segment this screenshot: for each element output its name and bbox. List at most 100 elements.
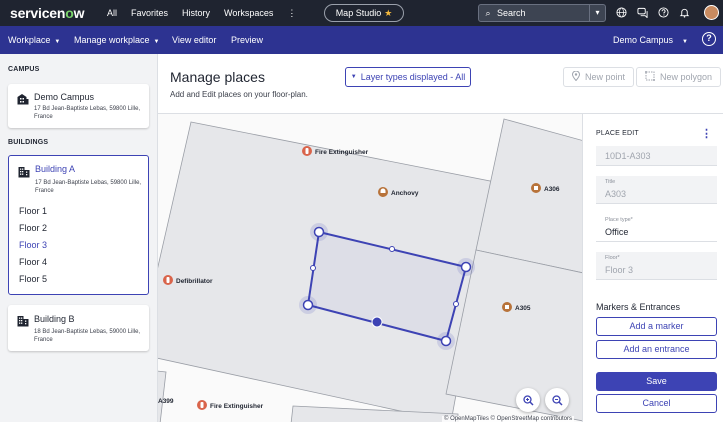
zoom-in-button[interactable] (516, 388, 540, 412)
map-attribution[interactable]: © OpenMapTiles © OpenStreetMap contribut… (442, 416, 575, 422)
campus-building-icon (17, 93, 29, 108)
zoom-in-icon (522, 394, 534, 406)
room-a306[interactable] (475, 118, 582, 274)
campus-name: Demo Campus (34, 92, 95, 102)
nav-history[interactable]: History (175, 8, 217, 18)
markers-heading: Markers & Entrances (596, 302, 681, 312)
building-a-name: Building A (35, 164, 76, 174)
view-editor-link[interactable]: View editor (172, 35, 216, 45)
sidebar: CAMPUS Demo Campus 17 Bd Jean-Baptiste L… (0, 54, 158, 422)
building-card-b[interactable]: Building B 18 Bd Jean-Baptiste Lebas, 59… (8, 305, 149, 351)
poi-fire-extinguisher-2[interactable]: Fire Extinguisher (197, 400, 264, 410)
search-dropdown-icon[interactable]: ▾ (589, 5, 605, 21)
cancel-button[interactable]: Cancel (596, 394, 717, 413)
vertex-handle[interactable] (302, 299, 314, 311)
floor-item-1[interactable]: Floor 1 (19, 206, 47, 216)
svg-text:A306: A306 (544, 186, 560, 193)
map-studio-pill[interactable]: Map Studio ★ (324, 4, 404, 22)
svg-text:Fire Extinguisher: Fire Extinguisher (315, 149, 369, 156)
servicenow-logo[interactable]: servicenow (10, 5, 84, 21)
zoom-out-icon (551, 394, 563, 406)
add-entrance-button[interactable]: Add an entrance (596, 340, 717, 359)
nav-all[interactable]: All (100, 8, 124, 18)
building-b-name: Building B (34, 314, 75, 324)
svg-text:Fire Extinguisher: Fire Extinguisher (210, 403, 264, 410)
new-point-label: New point (585, 72, 626, 82)
midpoint-handle[interactable] (389, 246, 395, 252)
layer-types-button[interactable]: ▼ Layer types displayed - All (345, 67, 471, 87)
workspace-subbar: Workplace ▼ Manage workplace ▼ View editor… (0, 26, 723, 54)
place-code-field[interactable]: 10D1-A303 (596, 146, 717, 166)
add-marker-button[interactable]: Add a marker (596, 317, 717, 336)
nav-workspaces[interactable]: Workspaces (217, 8, 280, 18)
new-polygon-label: New polygon (660, 72, 713, 82)
vertex-handle[interactable] (440, 335, 452, 347)
save-button[interactable]: Save (596, 372, 717, 391)
global-search[interactable]: ⌕ Search ▾ (478, 4, 606, 22)
main-header: Manage places Add and Edit places on you… (158, 54, 723, 114)
zoom-out-button[interactable] (545, 388, 569, 412)
vertex-handle[interactable] (460, 261, 472, 273)
place-code-value: 10D1-A303 (605, 151, 651, 161)
place-edit-panel: PLACE EDIT ⋮ 10D1-A303 Title A303 Place … (582, 114, 723, 422)
place-type-field[interactable]: Place type* Office (596, 214, 717, 242)
room-a399-label: A399 (158, 398, 174, 405)
room-center-marker[interactable] (371, 316, 383, 328)
midpoint-handle[interactable] (310, 265, 316, 271)
floor-item-2[interactable]: Floor 2 (19, 223, 47, 233)
globe-icon[interactable] (614, 5, 629, 20)
room-a399[interactable] (158, 369, 167, 422)
floor-plan-canvas[interactable]: Fire Extinguisher Anchovy A306 Defibrill… (158, 114, 582, 422)
map-studio-label: Map Studio (335, 8, 382, 18)
bell-icon[interactable] (677, 5, 692, 20)
page-title: Manage places (170, 69, 265, 85)
building-icon (18, 166, 30, 181)
chevron-down-icon: ▼ (682, 39, 688, 45)
floor-item-5[interactable]: Floor 5 (19, 274, 47, 284)
location-pin-icon (571, 70, 581, 83)
nav-favorites[interactable]: Favorites (124, 8, 175, 18)
page-subtitle: Add and Edit places on your floor-plan. (170, 90, 308, 99)
floor-item-4[interactable]: Floor 4 (19, 257, 47, 267)
campus-select[interactable]: Demo Campus ▼ (613, 35, 688, 45)
chevron-down-icon: ▼ (350, 74, 357, 80)
manage-workplace-menu[interactable]: Manage workplace ▼ (74, 35, 160, 45)
help-circle-icon[interactable]: ? (702, 32, 716, 46)
help-icon[interactable] (656, 5, 671, 20)
floor-value: Floor 3 (605, 265, 634, 275)
new-point-button[interactable]: New point (563, 67, 635, 87)
floor-item-3[interactable]: Floor 3 (19, 240, 47, 250)
svg-text:Anchovy: Anchovy (391, 190, 419, 197)
buildings-heading: BUILDINGS (8, 139, 49, 146)
search-input[interactable]: Search (497, 8, 589, 18)
vertex-handle[interactable] (313, 226, 325, 238)
floor-label: Floor* (605, 255, 620, 261)
campus-card[interactable]: Demo Campus 17 Bd Jean-Baptiste Lebas, 5… (8, 84, 149, 128)
chat-icon[interactable] (635, 5, 650, 20)
svg-text:Defibrillator: Defibrillator (176, 278, 213, 285)
midpoint-handle[interactable] (453, 301, 459, 307)
svg-text:A305: A305 (515, 305, 531, 312)
title-value: A303 (605, 189, 627, 199)
floor-map[interactable]: Fire Extinguisher Anchovy A306 Defibrill… (158, 114, 582, 422)
building-card-a[interactable]: Building A 17 Bd Jean-Baptiste Lebas, 59… (8, 155, 149, 295)
place-type-label: Place type* (605, 217, 633, 223)
campus-address: 17 Bd Jean-Baptiste Lebas, 59800 Lille, … (34, 106, 141, 120)
chevron-down-icon: ▼ (54, 39, 61, 45)
preview-link[interactable]: Preview (231, 35, 263, 45)
star-icon[interactable]: ★ (384, 8, 392, 19)
title-label: Title (605, 179, 616, 185)
more-vertical-icon[interactable]: ⋮ (280, 8, 303, 19)
user-avatar[interactable] (704, 5, 719, 20)
chevron-down-icon: ▼ (153, 39, 160, 45)
more-vertical-icon[interactable]: ⋮ (701, 127, 712, 140)
new-polygon-button[interactable]: New polygon (636, 67, 722, 87)
title-field[interactable]: Title A303 (596, 176, 717, 204)
layer-types-label: Layer types displayed - All (360, 72, 466, 82)
floor-field[interactable]: Floor* Floor 3 (596, 252, 717, 280)
workplace-menu[interactable]: Workplace ▼ (8, 35, 60, 45)
place-type-value: Office (605, 227, 629, 237)
search-icon: ⌕ (485, 7, 491, 18)
top-icons (614, 5, 692, 20)
panel-heading: PLACE EDIT (596, 130, 639, 137)
